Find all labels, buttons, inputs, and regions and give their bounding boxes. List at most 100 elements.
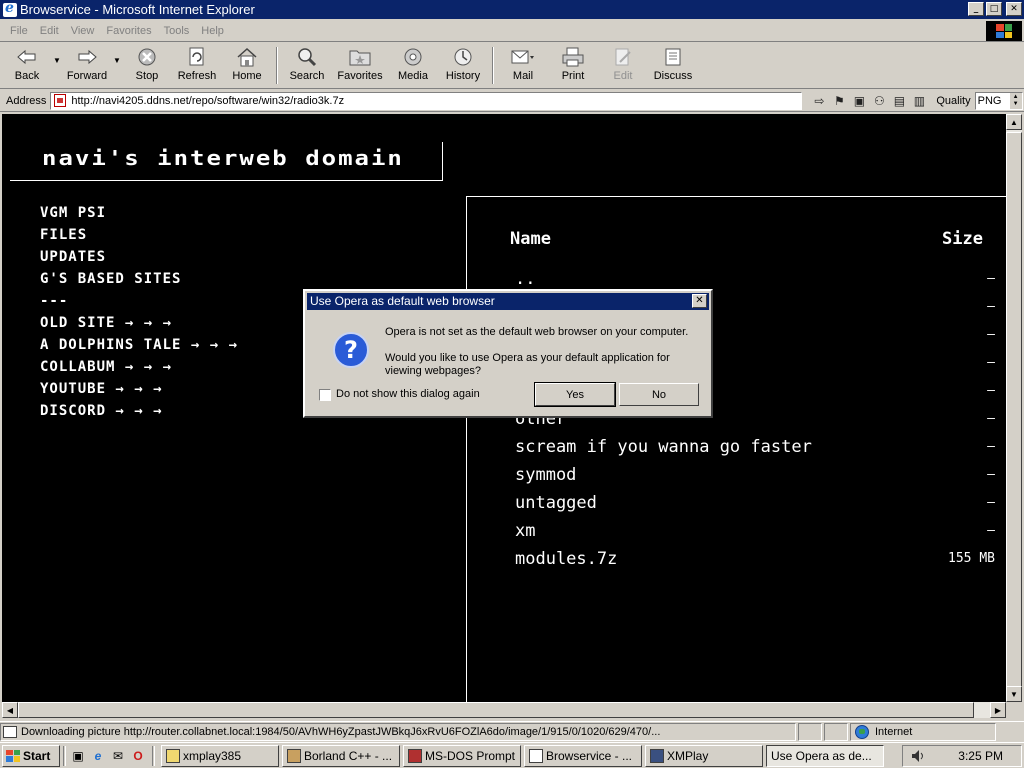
find-binoculars-icon[interactable]: ⚇ (872, 94, 886, 108)
taskbar-item-opera-dialog[interactable]: Use Opera as de... (766, 744, 884, 767)
discuss-button[interactable]: Discuss (648, 43, 698, 88)
nav-youtube[interactable]: YOUTUBE → → → (40, 378, 238, 400)
maximize-button[interactable]: □ (986, 2, 1002, 16)
taskbar-item-xmplay[interactable]: XMPlay (645, 744, 763, 767)
go-arrow-icon[interactable]: ⇨ (812, 94, 826, 108)
file-name[interactable]: symmod (515, 465, 576, 485)
bookmark-icon[interactable]: ⚑ (832, 94, 846, 108)
no-button[interactable]: No (619, 383, 699, 406)
history-button[interactable]: History (438, 43, 488, 88)
nav-dolphins-tale[interactable]: A DOLPHINS TALE → → → (40, 334, 238, 356)
show-desktop-icon[interactable]: ▣ (69, 747, 87, 765)
close-button[interactable]: ✕ (1006, 2, 1022, 16)
column-header-name[interactable]: Name (510, 229, 551, 249)
internet-explorer-icon[interactable]: e (89, 747, 107, 765)
nav-vgm-psi[interactable]: VGM PSI (40, 202, 238, 224)
nav-old-site[interactable]: OLD SITE → → → (40, 312, 238, 334)
file-name[interactable]: xm (515, 521, 535, 541)
scroll-left-icon[interactable]: ◀ (2, 702, 18, 718)
history-list-icon[interactable]: ▤ (892, 94, 906, 108)
file-row[interactable]: scream if you wanna go faster — (515, 435, 995, 463)
file-row[interactable]: symmod — (515, 463, 995, 491)
address-input[interactable]: http://navi4205.ddns.net/repo/software/w… (50, 91, 803, 110)
address-url[interactable]: http://navi4205.ddns.net/repo/software/w… (71, 95, 344, 107)
nav-updates[interactable]: UPDATES (40, 246, 238, 268)
menu-help[interactable]: Help (201, 25, 224, 37)
spin-down-icon[interactable]: ▼ (1013, 101, 1019, 108)
window-title-bar[interactable]: Browservice - Microsoft Internet Explore… (0, 0, 1024, 19)
file-name[interactable]: .. (515, 269, 535, 289)
internet-explorer-icon[interactable] (3, 0, 17, 17)
dont-show-again-label[interactable]: Do not show this dialog again (336, 388, 480, 400)
window-title: Browservice - Microsoft Internet Explore… (20, 2, 255, 17)
clock[interactable]: 3:25 PM (958, 749, 1003, 763)
taskbar-item-msdos[interactable]: MS-DOS Prompt (403, 744, 521, 767)
dialog-title[interactable]: Use Opera as default web browser ✕ (307, 293, 709, 310)
vertical-scrollbar[interactable]: ▲ ▼ (1006, 114, 1022, 702)
xmplay-icon (650, 748, 664, 763)
scroll-right-icon[interactable]: ▶ (990, 702, 1006, 718)
file-row[interactable]: xm — (515, 519, 995, 547)
task-label: Browservice - ... (546, 748, 633, 763)
opera-icon[interactable]: O (129, 747, 147, 765)
file-row[interactable]: modules.7z 155 MB (515, 547, 995, 575)
page-view-icon[interactable]: ▣ (852, 94, 866, 108)
search-button[interactable]: Search (282, 43, 332, 88)
taskbar-item-xmplay385[interactable]: xmplay385 (161, 744, 279, 767)
menu-file[interactable]: File (10, 25, 28, 37)
horizontal-scroll-thumb[interactable] (18, 702, 974, 718)
mail-button[interactable]: Mail (498, 43, 548, 88)
file-name[interactable]: scream if you wanna go faster (515, 437, 812, 457)
quality-select[interactable]: PNG ▲ ▼ (974, 91, 1023, 110)
dont-show-again-checkbox[interactable] (319, 389, 331, 401)
back-button[interactable]: Back (2, 43, 52, 88)
refresh-button[interactable]: Refresh (172, 43, 222, 88)
outlook-express-icon[interactable]: ✉ (109, 747, 127, 765)
nav-based-sites[interactable]: G'S BASED SITES (40, 268, 238, 290)
forward-button[interactable]: Forward (62, 43, 112, 88)
taskbar-item-browservice[interactable]: Browservice - ... (524, 744, 642, 767)
forward-dropdown[interactable]: ▼ (112, 43, 122, 88)
edit-button[interactable]: Edit (598, 43, 648, 88)
menu-favorites[interactable]: Favorites (106, 25, 151, 37)
menu-edit[interactable]: Edit (40, 25, 59, 37)
nav-files[interactable]: FILES (40, 224, 238, 246)
volume-icon[interactable] (911, 749, 925, 763)
media-icon (403, 46, 423, 68)
nav-discord[interactable]: DISCORD → → → (40, 400, 238, 422)
start-button[interactable]: Start (2, 744, 60, 767)
quality-spinner[interactable]: ▲ ▼ (1009, 92, 1022, 109)
print-button[interactable]: Print (548, 43, 598, 88)
menu-tools[interactable]: Tools (164, 25, 190, 37)
scroll-down-icon[interactable]: ▼ (1006, 686, 1022, 702)
home-button[interactable]: Home (222, 43, 272, 88)
windows-logo-icon (996, 24, 1012, 38)
page-loading-icon (3, 725, 17, 738)
media-button[interactable]: Media (388, 43, 438, 88)
clipboard-icon[interactable]: ▥ (912, 94, 926, 108)
internet-globe-icon (855, 724, 869, 739)
file-name[interactable]: modules.7z (515, 549, 617, 569)
mail-label: Mail (512, 70, 534, 82)
minimize-button[interactable]: _ (968, 2, 984, 16)
header-divider (10, 180, 443, 181)
header-divider-vertical (442, 142, 443, 181)
taskbar-item-borland[interactable]: Borland C++ - ... (282, 744, 400, 767)
horizontal-scrollbar[interactable]: ◀ ▶ (2, 702, 1006, 718)
spin-up-icon[interactable]: ▲ (1013, 94, 1019, 101)
favorites-button[interactable]: Favorites (332, 43, 388, 88)
stop-button[interactable]: Stop (122, 43, 172, 88)
vertical-scroll-thumb[interactable] (1006, 132, 1022, 696)
dialog-close-button[interactable]: ✕ (692, 294, 707, 308)
back-dropdown[interactable]: ▼ (52, 43, 62, 88)
security-zone[interactable]: Internet (850, 722, 996, 741)
column-header-size[interactable]: Size (942, 229, 983, 249)
yes-button[interactable]: Yes (534, 382, 616, 407)
file-size: — (987, 467, 995, 482)
scroll-up-icon[interactable]: ▲ (1006, 114, 1022, 130)
media-label: Media (398, 70, 428, 82)
file-name[interactable]: untagged (515, 493, 597, 513)
nav-collabum[interactable]: COLLABUM → → → (40, 356, 238, 378)
menu-view[interactable]: View (71, 25, 95, 37)
file-row[interactable]: untagged — (515, 491, 995, 519)
